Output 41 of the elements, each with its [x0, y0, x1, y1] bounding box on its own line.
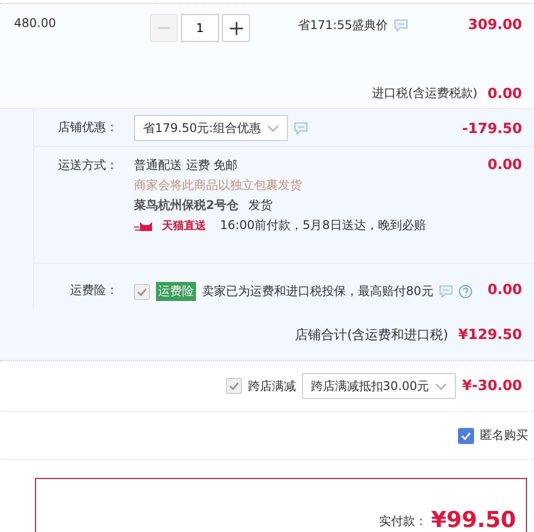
- plus-icon: [230, 22, 242, 34]
- store-total-label: 店铺合计(含运费和进口税): [295, 327, 448, 344]
- cross-store-label: 跨店满减: [248, 378, 296, 394]
- caret-icon: [435, 382, 448, 390]
- insurance-tag: 运费险: [156, 282, 196, 301]
- anonymous-label: 匿名购买: [480, 427, 528, 444]
- store-total-amount: ¥129.50: [458, 327, 522, 343]
- discount-label: 店铺优惠：: [57, 119, 119, 136]
- quantity-field[interactable]: 1: [181, 14, 219, 42]
- discount-select[interactable]: 省179.50元:组合优惠: [134, 115, 288, 141]
- plus-button[interactable]: [222, 14, 250, 42]
- delivery-text: 16:00前付款，5月8日送达，晚到必赔: [220, 217, 426, 234]
- insurance-text: 卖家已为运费和进口税投保，最高赔付80元: [202, 283, 434, 300]
- dispatch-text: 发货: [248, 197, 272, 214]
- payment-amount: ¥99.50: [431, 510, 516, 532]
- shipping-label: 运送方式：: [57, 157, 119, 174]
- promo-text: 省171:55盛典价: [298, 17, 388, 34]
- discount-amount: -179.50: [462, 121, 522, 137]
- chat-icon[interactable]: [394, 19, 408, 32]
- cross-store-amount: ¥-30.00: [462, 378, 522, 394]
- anonymous-checkbox[interactable]: [458, 428, 474, 444]
- shipping-method: 普通配送 运费 免邮: [134, 157, 239, 174]
- import-tax-label: 进口税(含运费税款): [372, 85, 478, 102]
- shipping-note: 商家会将此商品以独立包裹发货: [134, 177, 303, 194]
- insurance-amount: 0.00: [487, 282, 522, 298]
- caret-icon: [267, 124, 280, 132]
- help-icon[interactable]: [459, 285, 472, 298]
- unit-price: 480.00: [14, 16, 56, 30]
- import-tax-amount: 0.00: [487, 86, 522, 102]
- item-price: 309.00: [468, 17, 522, 33]
- minus-icon: [158, 27, 170, 29]
- shipping-amount: 0.00: [487, 157, 522, 173]
- chat-icon[interactable]: [439, 285, 454, 298]
- tick-icon: [137, 288, 147, 296]
- warehouse-name: 菜鸟杭州保税2号仓: [134, 197, 238, 214]
- tick-icon: [228, 382, 239, 390]
- delivery-service-label: 天猫直送: [162, 218, 206, 233]
- payment-label: 实付款：: [379, 513, 428, 530]
- chat-icon[interactable]: [294, 122, 308, 134]
- tick-icon: [461, 432, 471, 440]
- insurance-label: 运费险：: [69, 282, 119, 299]
